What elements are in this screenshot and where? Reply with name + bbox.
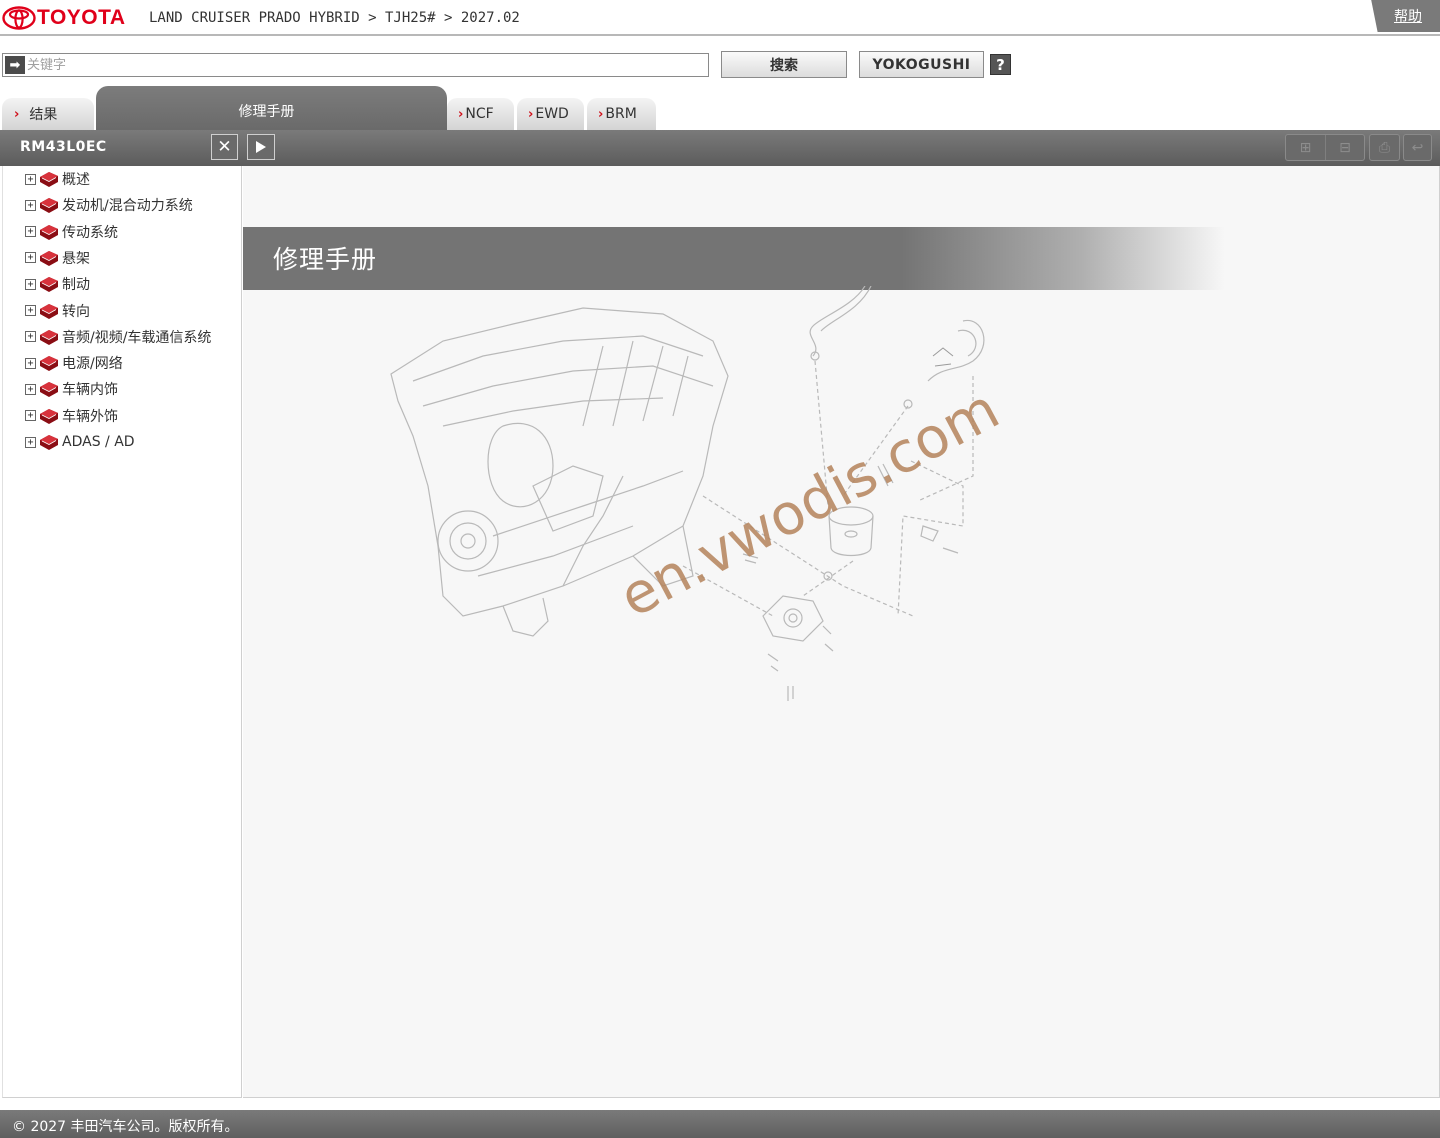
expand-plus-icon[interactable]: + xyxy=(25,383,36,395)
zoom-tool-group: ⊞ ⊟ xyxy=(1285,134,1365,161)
tree-item[interactable]: + 概述 xyxy=(25,168,90,190)
tab-brm[interactable]: › BRM xyxy=(587,98,656,130)
search-box: ➡ xyxy=(2,53,709,77)
back-tool-group: ↩ xyxy=(1403,134,1432,161)
book-icon xyxy=(40,382,58,398)
tab-label: BRM xyxy=(605,106,637,122)
tree-item-label: 车辆外饰 xyxy=(62,408,118,425)
book-icon xyxy=(40,198,58,214)
expand-plus-icon[interactable]: + xyxy=(25,199,36,211)
book-icon xyxy=(40,329,58,345)
search-button[interactable]: 搜索 xyxy=(721,51,847,78)
book-icon xyxy=(40,303,58,319)
expand-plus-icon[interactable]: + xyxy=(25,357,36,369)
content-title: 修理手册 xyxy=(273,245,378,274)
zoom-out-icon[interactable]: ⊟ xyxy=(1325,135,1364,160)
chevron-right-icon: › xyxy=(598,106,604,122)
watermark-text: en.vwodis.com xyxy=(609,377,1009,631)
tree-item-label: 制动 xyxy=(62,277,90,294)
book-icon xyxy=(40,356,58,372)
tree-item[interactable]: + 传动系统 xyxy=(25,221,118,243)
expand-plus-icon[interactable]: + xyxy=(25,252,36,264)
tab-label: 结果 xyxy=(29,107,58,123)
tab-ewd[interactable]: › EWD xyxy=(517,98,584,130)
zoom-in-icon[interactable]: ⊞ xyxy=(1286,135,1325,160)
content-banner: 修理手册 xyxy=(243,227,1440,290)
tree-item[interactable]: + ADAS / AD xyxy=(25,431,135,453)
breadcrumb: LAND CRUISER PRADO HYBRID > TJH25# > 202… xyxy=(149,10,520,26)
help-question-icon[interactable]: ? xyxy=(990,54,1011,75)
chevron-right-icon: › xyxy=(458,106,464,122)
panel-toolbar: RM43L0EC ✕ ⊞ ⊟ ⎙ ↩ xyxy=(0,130,1440,166)
content-area: 修理手册 en.vwodis.com xyxy=(243,166,1440,1098)
tab-label: NCF xyxy=(465,106,494,122)
expand-plus-icon[interactable]: + xyxy=(25,173,36,185)
expand-plus-icon[interactable]: + xyxy=(25,436,36,448)
tree-item-label: 音频/视频/车载通信系统 xyxy=(62,329,212,346)
manual-id-title: RM43L0EC xyxy=(20,139,107,155)
print-tool-group: ⎙ xyxy=(1369,134,1400,161)
book-icon xyxy=(40,277,58,293)
engine-illustration: en.vwodis.com xyxy=(390,286,1010,701)
close-panel-button[interactable]: ✕ xyxy=(211,134,238,160)
play-icon xyxy=(256,141,266,153)
print-icon[interactable]: ⎙ xyxy=(1370,135,1399,160)
tab-results[interactable]: › 结果 xyxy=(2,98,94,130)
expand-panel-button[interactable] xyxy=(247,134,275,160)
expand-plus-icon[interactable]: + xyxy=(25,305,36,316)
tree-item-label: 发动机/混合动力系统 xyxy=(62,198,193,215)
tree-item[interactable]: + 电源/网络 xyxy=(25,352,123,374)
expand-plus-icon[interactable]: + xyxy=(25,226,36,238)
tree-item[interactable]: + 音频/视频/车载通信系统 xyxy=(25,326,211,348)
tree-item[interactable]: + 悬架 xyxy=(25,247,90,269)
expand-plus-icon[interactable]: + xyxy=(25,331,36,343)
search-row: ➡ 搜索 YOKOGUSHI ? xyxy=(0,50,1440,80)
tree-item-label: 传动系统 xyxy=(62,224,118,241)
toc-tree-panel: + 概述 + 发动机/混合动力系统 + 传动系统 + 悬架 + 制动 + 转向 + 音频/视频/车载通信系… xyxy=(2,166,242,1098)
tree-item[interactable]: + 转向 xyxy=(25,300,90,322)
tree-item[interactable]: + 车辆外饰 xyxy=(25,405,118,427)
help-link[interactable]: 帮助 xyxy=(1394,6,1422,26)
tree-item[interactable]: + 发动机/混合动力系统 xyxy=(25,194,193,216)
chevron-right-icon: › xyxy=(528,106,534,122)
book-icon xyxy=(40,224,58,240)
book-icon xyxy=(40,250,58,266)
book-icon xyxy=(40,408,58,424)
main-tabs: › 结果 修理手册 › NCF › EWD › BRM xyxy=(0,84,1440,130)
toyota-emblem-icon xyxy=(2,6,36,30)
tree-item-label: 概述 xyxy=(62,172,90,188)
tree-item-label: 电源/网络 xyxy=(62,356,123,373)
expand-plus-icon[interactable]: + xyxy=(25,410,36,422)
footer: © 2027 丰田汽车公司。版权所有。 xyxy=(0,1110,1440,1138)
tree-item[interactable]: + 制动 xyxy=(25,273,90,295)
arrow-right-icon: ➡ xyxy=(5,56,25,74)
copyright-text: © 2027 丰田汽车公司。版权所有。 xyxy=(12,1119,239,1135)
tree-item[interactable]: + 车辆内饰 xyxy=(25,378,118,400)
book-icon xyxy=(40,435,58,450)
tree-item-label: 悬架 xyxy=(62,250,90,267)
tab-label: EWD xyxy=(535,106,569,122)
app-header: TOYOTA LAND CRUISER PRADO HYBRID > TJH25… xyxy=(0,0,1440,36)
yokogushi-button[interactable]: YOKOGUSHI xyxy=(859,51,984,78)
expand-plus-icon[interactable]: + xyxy=(25,278,36,290)
toyota-logo: TOYOTA xyxy=(2,5,126,31)
book-icon xyxy=(40,172,58,187)
tab-ncf[interactable]: › NCF xyxy=(447,98,514,130)
brand-name: TOYOTA xyxy=(37,6,126,29)
tree-item-label: ADAS / AD xyxy=(62,434,135,450)
back-icon[interactable]: ↩ xyxy=(1404,135,1431,160)
chevron-right-icon: › xyxy=(14,106,20,122)
tab-repair-manual[interactable]: 修理手册 xyxy=(96,86,447,130)
tree-item-label: 转向 xyxy=(62,303,90,320)
keyword-input[interactable] xyxy=(27,55,705,75)
tab-label: 修理手册 xyxy=(238,104,295,120)
tree-item-label: 车辆内饰 xyxy=(62,382,118,399)
